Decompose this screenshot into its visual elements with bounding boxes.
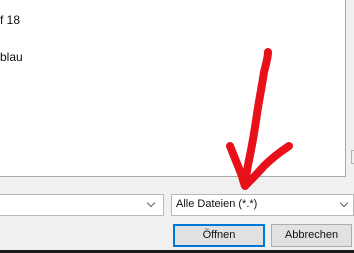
file-open-dialog: f 18 blau Alle Dateien (*.*) Öffnen Abbr… (0, 0, 354, 253)
chevron-down-icon[interactable] (146, 198, 156, 208)
file-list-item-1[interactable]: f 18 (0, 13, 20, 27)
filetype-combobox[interactable]: Alle Dateien (*.*) (171, 194, 354, 216)
cancel-button[interactable]: Abbrechen (271, 224, 352, 247)
chevron-down-icon[interactable] (339, 198, 349, 208)
file-pane-right-border (345, 0, 346, 176)
file-pane-bottom-border (0, 176, 346, 177)
filetype-value: Alle Dateien (*.*) (176, 198, 258, 210)
file-list-item-2[interactable]: blau (0, 50, 23, 64)
open-button[interactable]: Öffnen (173, 224, 265, 247)
filename-combobox[interactable] (0, 194, 164, 216)
file-list-pane[interactable]: f 18 blau (0, 0, 345, 176)
